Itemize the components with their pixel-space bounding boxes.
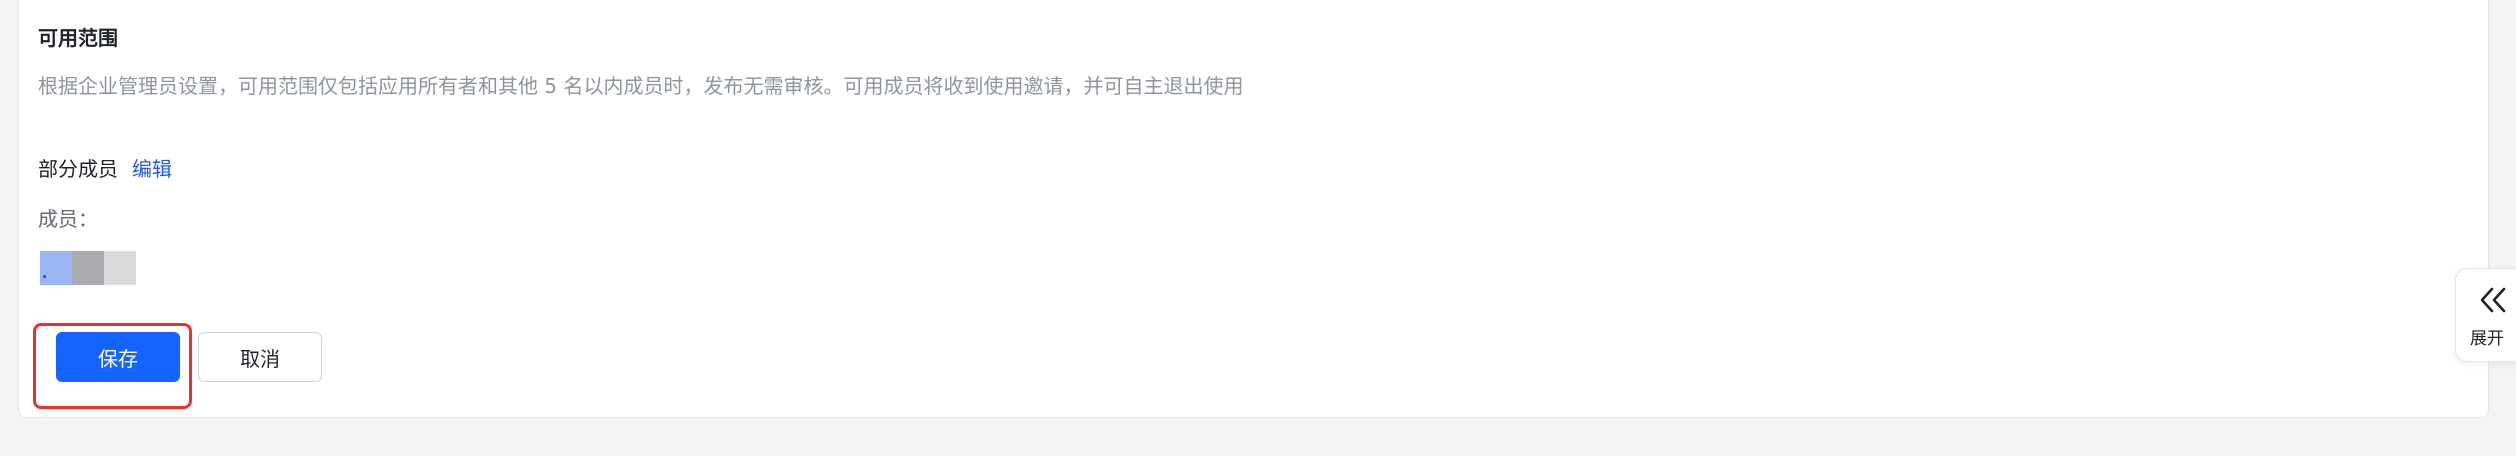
- avatar[interactable]: [104, 251, 136, 285]
- member-avatars: [40, 251, 136, 285]
- expand-label: 展开: [2470, 329, 2504, 349]
- cancel-button[interactable]: 取消: [198, 332, 322, 382]
- double-chevron-left-icon: [2480, 287, 2506, 313]
- scope-description: 根据企业管理员设置，可用范围仅包括应用所有者和其他 5 名以内成员时，发布无需审…: [38, 74, 1244, 98]
- settings-card: [18, 0, 2489, 418]
- avatar[interactable]: [72, 251, 104, 285]
- scope-selection-row: 部分成员 编辑: [38, 154, 172, 184]
- scope-title: 可用范围: [38, 26, 118, 50]
- expand-panel-button[interactable]: 展开: [2455, 268, 2516, 362]
- save-button[interactable]: 保存: [56, 332, 180, 382]
- avatar[interactable]: [40, 251, 72, 285]
- edit-link[interactable]: 编辑: [132, 154, 172, 184]
- scope-selection-value: 部分成员: [38, 157, 118, 181]
- members-label: 成员：: [38, 207, 98, 231]
